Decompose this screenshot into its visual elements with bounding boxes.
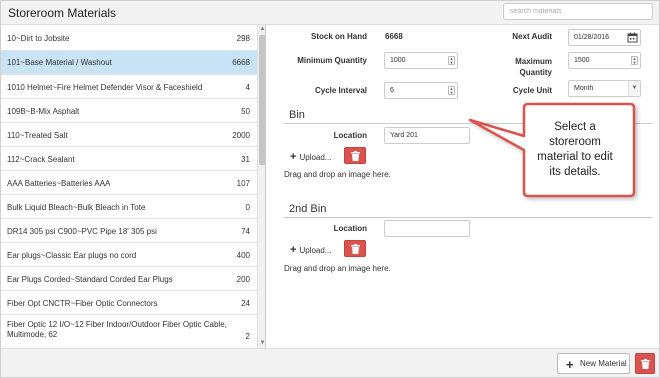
material-label: 109B~B-Mix Asphalt — [7, 107, 80, 116]
bin2-section-title: 2nd Bin — [289, 203, 327, 215]
material-count: 50 — [241, 107, 250, 116]
bin2-upload-button[interactable]: + Upload... — [290, 244, 331, 256]
material-label: 10~Dirt to Jobsite — [7, 34, 70, 43]
material-label: Ear Plugs Corded~Standard Corded Ear Plu… — [7, 275, 173, 284]
material-label: Bulk Liquid Bleach~Bulk Bleach in Tote — [7, 203, 146, 212]
material-count: 24 — [241, 299, 250, 308]
material-count: 2 — [245, 332, 250, 341]
minimum-quantity-input[interactable]: 1000 ▲ ▼ — [384, 52, 458, 69]
cycle-interval-input[interactable]: 6 ▲ ▼ — [384, 82, 458, 99]
cycle-unit-label: Cycle Unit — [512, 86, 552, 95]
list-item[interactable]: DR14 305 psi C900~PVC Pipe 18' 305 psi 7… — [1, 219, 257, 243]
list-item[interactable]: Ear Plugs Corded~Standard Corded Ear Plu… — [1, 267, 257, 291]
list-item[interactable]: Fiber Optic 12 I/O~12 Fiber Indoor/Outdo… — [1, 315, 257, 348]
next-audit-input[interactable]: 01/28/2016 — [568, 29, 641, 46]
plus-icon: + — [290, 244, 297, 256]
bin-delete-image-button[interactable] — [344, 147, 366, 164]
material-count: 4 — [245, 83, 250, 92]
calendar-icon[interactable] — [627, 32, 638, 43]
scrollbar-thumb[interactable] — [259, 35, 265, 165]
minimum-quantity-label: Minimum Quantity — [297, 56, 367, 65]
plus-icon: + — [566, 357, 574, 372]
material-count: 107 — [236, 179, 250, 188]
callout-text: Select a storeroom material to edit its … — [537, 121, 613, 178]
chevron-down-icon[interactable]: ▼ — [628, 81, 640, 96]
trash-icon — [641, 359, 650, 369]
materials-list: 10~Dirt to Jobsite 298 101~Base Material… — [1, 25, 266, 348]
bin-location-label: Location — [333, 131, 367, 140]
material-count: 298 — [236, 34, 250, 43]
plus-icon: + — [290, 151, 297, 163]
stock-on-hand-label: Stock on Hand — [310, 32, 367, 41]
material-count: 0 — [245, 203, 250, 212]
search-input[interactable] — [503, 3, 653, 20]
list-scrollbar[interactable]: ▲ ▼ — [257, 25, 265, 348]
list-item-selected[interactable]: 101~Base Material / Washout 6668 — [1, 51, 257, 75]
material-count: 74 — [241, 227, 250, 236]
maximum-quantity-input[interactable]: 1500 ▲ ▼ — [568, 52, 641, 69]
cycle-unit-select[interactable]: Month ▼ — [568, 80, 641, 97]
material-count: 31 — [241, 155, 250, 164]
material-label: Fiber Optic 12 I/O~12 Fiber Indoor/Outdo… — [7, 320, 227, 339]
material-label: Fiber Opt CNCTR~Fiber Optic Connectors — [7, 299, 158, 308]
number-spinner-icon[interactable]: ▲ ▼ — [448, 56, 455, 65]
maximum-quantity-value: 1500 — [574, 57, 590, 64]
trash-icon — [351, 244, 360, 254]
material-label: 1010 Helmet~Fire Helmet Defender Visor &… — [7, 83, 203, 92]
material-count: 400 — [236, 251, 250, 260]
scroll-up-icon[interactable]: ▲ — [259, 26, 265, 33]
material-label: 110~Treated Salt — [7, 131, 68, 140]
bin2-location-label: Location — [333, 224, 367, 233]
cycle-unit-value: Month — [574, 85, 594, 92]
material-count: 6668 — [232, 58, 250, 67]
bin2-divider — [284, 217, 652, 218]
trash-icon — [351, 151, 360, 161]
list-item[interactable]: 110~Treated Salt 2000 — [1, 123, 257, 147]
material-label: Ear plugs~Classic Ear plugs no cord — [7, 251, 137, 260]
list-item[interactable]: 109B~B-Mix Asphalt 50 — [1, 99, 257, 123]
bin-upload-label: Upload... — [299, 153, 332, 162]
minimum-quantity-value: 1000 — [390, 57, 406, 64]
bin-section-title: Bin — [289, 109, 305, 121]
bin2-drag-hint: Drag and drop an image here. — [284, 264, 391, 273]
list-item[interactable]: Fiber Opt CNCTR~Fiber Optic Connectors 2… — [1, 291, 257, 315]
bin2-upload-label: Upload... — [299, 246, 332, 255]
footer-bar: + New Material — [1, 348, 659, 377]
bin2-delete-image-button[interactable] — [344, 240, 366, 257]
list-item[interactable]: 1010 Helmet~Fire Helmet Defender Visor &… — [1, 75, 257, 99]
material-label: DR14 305 psi C900~PVC Pipe 18' 305 psi — [7, 227, 157, 236]
number-spinner-icon[interactable]: ▲ ▼ — [448, 86, 455, 95]
next-audit-label: Next Audit — [512, 32, 552, 41]
bin-location-value: Yard 201 — [390, 132, 418, 139]
bin-location-input[interactable]: Yard 201 — [384, 127, 470, 144]
material-label: 101~Base Material / Washout — [7, 58, 112, 67]
stock-on-hand-value: 6668 — [385, 32, 403, 41]
page-title: Storeroom Materials — [8, 6, 117, 20]
list-item[interactable]: 10~Dirt to Jobsite 298 — [1, 25, 257, 51]
new-material-label: New Material — [580, 359, 627, 368]
delete-material-button[interactable] — [635, 353, 655, 374]
list-item[interactable]: Ear plugs~Classic Ear plugs no cord 400 — [1, 243, 257, 267]
material-label: 112~Crack Sealant — [7, 155, 75, 164]
number-spinner-icon[interactable]: ▲ ▼ — [631, 56, 638, 65]
cycle-interval-label: Cycle Interval — [314, 86, 367, 95]
new-material-button[interactable]: + New Material — [557, 353, 630, 374]
list-item[interactable]: Bulk Liquid Bleach~Bulk Bleach in Tote 0 — [1, 195, 257, 219]
material-count: 200 — [236, 275, 250, 284]
cycle-interval-value: 6 — [390, 87, 394, 94]
list-item[interactable]: AAA Batteries~Batteries AAA 107 — [1, 171, 257, 195]
material-count: 2000 — [232, 131, 250, 140]
list-item[interactable]: 112~Crack Sealant 31 — [1, 147, 257, 171]
bin-drag-hint: Drag and drop an image here. — [284, 170, 391, 179]
scroll-down-icon[interactable]: ▼ — [259, 340, 265, 347]
maximum-quantity-label: Maximum Quantity — [515, 57, 552, 77]
bin2-location-input[interactable] — [384, 220, 470, 237]
material-label: AAA Batteries~Batteries AAA — [7, 179, 111, 188]
bin-upload-button[interactable]: + Upload... — [290, 151, 331, 163]
next-audit-value: 01/28/2016 — [574, 34, 610, 41]
